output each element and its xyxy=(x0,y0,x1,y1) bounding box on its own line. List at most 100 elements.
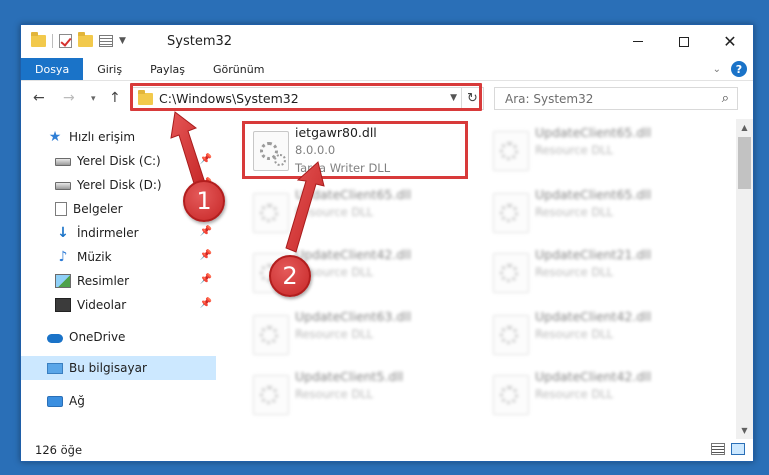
navigation-pane: ★ Hızlı erişim Yerel Disk (C:) 📌 Yerel D… xyxy=(21,119,216,439)
sidebar-item-downloads[interactable]: ↓ İndirmeler 📌 xyxy=(21,221,216,245)
dll-file-icon xyxy=(493,315,529,355)
back-arrow-icon[interactable]: ← xyxy=(33,90,45,106)
gear-icon xyxy=(260,204,278,222)
cloud-icon xyxy=(47,334,63,343)
file-name: UpdateClient65.dll xyxy=(535,187,652,202)
sidebar-item-network[interactable]: Ağ xyxy=(21,389,216,413)
vertical-scrollbar[interactable]: ▲ ▼ xyxy=(736,119,753,439)
recent-locations-chevron-icon[interactable]: ▾ xyxy=(91,94,96,104)
tab-share[interactable]: Paylaş xyxy=(136,58,199,80)
scroll-down-icon[interactable]: ▼ xyxy=(736,422,753,439)
star-icon: ★ xyxy=(48,129,62,145)
file-description: Resource DLL xyxy=(295,327,374,341)
file-name: UpdateClient65.dll xyxy=(295,187,412,202)
pin-icon: 📌 xyxy=(199,226,212,237)
pin-icon: 📌 xyxy=(199,250,212,261)
search-icon[interactable]: ⌕ xyxy=(722,91,729,106)
pin-icon: 📌 xyxy=(199,154,212,165)
file-tile-highlighted[interactable]: ietgawr80.dll 8.0.0.0 Targa Writer DLL xyxy=(245,121,475,181)
explorer-window: ▼ System32 ✕ Dosya Giriş Paylaş Görünüm … xyxy=(20,24,754,462)
maximize-icon xyxy=(679,36,689,47)
tab-file[interactable]: Dosya xyxy=(21,58,84,80)
sidebar-item-label: Yerel Disk (C:) xyxy=(77,154,161,168)
sidebar-item-label: Hızlı erişim xyxy=(69,130,136,144)
forward-arrow-icon[interactable]: → xyxy=(63,90,75,106)
folder-icon xyxy=(138,89,153,105)
sidebar-item-label: Müzik xyxy=(77,250,112,264)
quick-access-toolbar: ▼ xyxy=(31,32,126,48)
new-folder-icon[interactable] xyxy=(78,32,93,47)
tab-home[interactable]: Giriş xyxy=(83,58,136,80)
gear-icon xyxy=(500,204,518,222)
address-bar[interactable]: C:\Windows\System32 ▼ ↻ xyxy=(131,87,484,110)
up-arrow-icon[interactable]: ↑ xyxy=(109,90,121,106)
dll-file-icon xyxy=(253,315,289,355)
file-description: Resource DLL xyxy=(535,143,614,157)
dll-file-icon xyxy=(493,375,529,415)
gear-icon xyxy=(274,154,286,166)
sidebar-item-local-disk-c[interactable]: Yerel Disk (C:) 📌 xyxy=(21,149,216,173)
file-tile[interactable]: UpdateClient65.dll Resource DLL xyxy=(485,183,715,243)
expand-ribbon-chevron-icon[interactable]: ⌄ xyxy=(713,64,721,75)
customize-toolbar-dropdown-icon[interactable]: ▼ xyxy=(119,36,126,46)
file-tile[interactable]: UpdateClient65.dll Resource DLL xyxy=(245,183,475,243)
details-view-icon[interactable] xyxy=(711,443,725,455)
file-description: Resource DLL xyxy=(535,327,614,341)
file-name: ietgawr80.dll xyxy=(295,125,377,140)
close-button[interactable]: ✕ xyxy=(707,25,753,58)
close-icon: ✕ xyxy=(723,31,737,51)
gear-icon xyxy=(260,386,278,404)
minimize-button[interactable] xyxy=(615,25,661,58)
sidebar-item-onedrive[interactable]: OneDrive xyxy=(21,325,216,349)
sidebar-item-label: Yerel Disk (D:) xyxy=(77,178,162,192)
properties-check-icon[interactable] xyxy=(59,34,72,48)
gear-icon xyxy=(500,326,518,344)
file-version: 8.0.0.0 xyxy=(295,143,336,157)
file-name: UpdateClient42.dll xyxy=(535,309,652,324)
pin-icon: 📌 xyxy=(199,274,212,285)
step-2-badge: 2 xyxy=(269,255,311,297)
pin-icon: 📌 xyxy=(199,298,212,309)
sidebar-item-videos[interactable]: Videolar 📌 xyxy=(21,293,216,317)
tiles-view-icon[interactable] xyxy=(731,443,745,455)
tab-view[interactable]: Görünüm xyxy=(199,58,278,80)
maximize-button[interactable] xyxy=(661,25,707,58)
gear-icon xyxy=(260,326,278,344)
search-placeholder: Ara: System32 xyxy=(505,91,594,106)
sidebar-item-label: Belgeler xyxy=(73,202,123,216)
sidebar-item-pictures[interactable]: Resimler 📌 xyxy=(21,269,216,293)
dll-file-icon xyxy=(493,193,529,233)
help-icon[interactable]: ? xyxy=(731,61,747,77)
file-tile[interactable]: UpdateClient65.dll Resource DLL xyxy=(485,121,715,181)
file-name: UpdateClient42.dll xyxy=(295,247,412,262)
search-input[interactable]: Ara: System32 ⌕ xyxy=(494,87,738,110)
file-description: Resource DLL xyxy=(535,265,614,279)
properties-list-icon[interactable] xyxy=(99,35,113,47)
gear-icon xyxy=(500,264,518,282)
scrollbar-thumb[interactable] xyxy=(738,137,751,189)
file-description: Resource DLL xyxy=(295,387,374,401)
document-icon xyxy=(55,202,67,216)
address-row: ← → ▾ ↑ C:\Windows\System32 ▼ ↻ Ara: Sys… xyxy=(21,82,753,116)
sidebar-item-label: İndirmeler xyxy=(77,226,139,240)
scroll-up-icon[interactable]: ▲ xyxy=(736,119,753,136)
file-tile[interactable]: UpdateClient42.dll Resource DLL xyxy=(485,305,715,365)
sidebar-item-music[interactable]: ♪ Müzik 📌 xyxy=(21,245,216,269)
dll-file-icon xyxy=(253,375,289,415)
network-icon xyxy=(47,395,63,407)
window-title: System32 xyxy=(167,34,233,49)
file-tile[interactable]: UpdateClient42.dll Resource DLL xyxy=(485,365,715,425)
item-count: 126 öğe xyxy=(35,443,83,457)
sidebar-item-quick-access[interactable]: ★ Hızlı erişim xyxy=(21,125,216,149)
file-tile[interactable]: UpdateClient5.dll Resource DLL xyxy=(245,365,475,425)
file-tile[interactable]: UpdateClient21.dll Resource DLL xyxy=(485,243,715,303)
sidebar-item-this-pc[interactable]: Bu bilgisayar xyxy=(21,356,216,380)
file-description: Resource DLL xyxy=(295,205,374,219)
gear-icon xyxy=(500,386,518,404)
address-dropdown-icon[interactable]: ▼ xyxy=(450,93,457,103)
refresh-icon[interactable]: ↻ xyxy=(461,88,483,109)
file-name: UpdateClient5.dll xyxy=(295,369,404,384)
step-1-badge: 1 xyxy=(183,180,225,222)
address-path: C:\Windows\System32 xyxy=(159,91,299,106)
file-tile[interactable]: UpdateClient63.dll Resource DLL xyxy=(245,305,475,365)
